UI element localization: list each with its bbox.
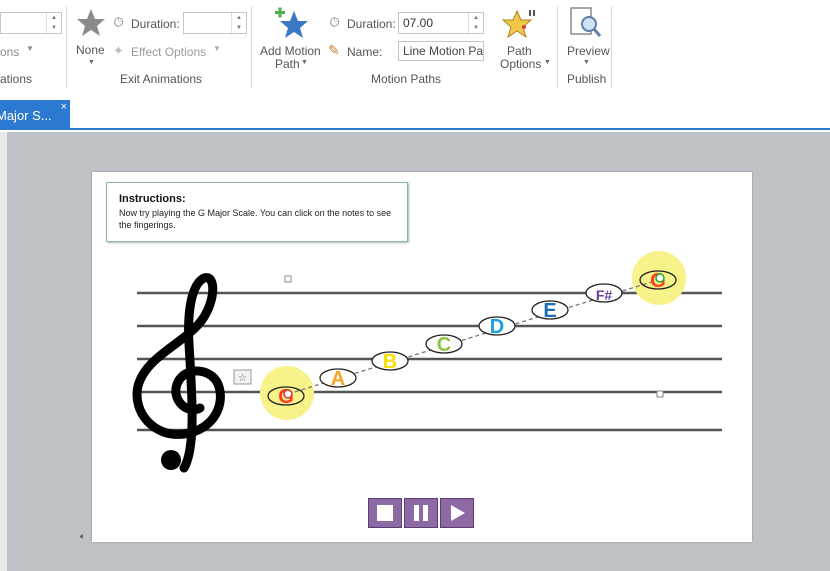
ribbon-separator xyxy=(557,6,558,88)
play-icon xyxy=(451,505,465,521)
motion-duration-input[interactable]: 07.00 ▲ ▼ xyxy=(398,12,484,34)
none-label: None xyxy=(76,43,105,57)
music-staff: ☆ GABCDEF#G xyxy=(132,251,722,473)
preview-label: Preview xyxy=(567,44,610,58)
exit-duration-label: Duration: xyxy=(131,17,180,31)
treble-clef-icon xyxy=(132,273,225,473)
slide-workspace: Instructions: Now try playing the G Majo… xyxy=(0,132,830,571)
document-tab-label: Major S... xyxy=(0,108,52,123)
stop-icon xyxy=(377,505,393,521)
path-options-button[interactable]: Path Options ▼ xyxy=(496,4,554,71)
preview-chevron-icon: ▼ xyxy=(583,59,590,66)
left-group-label: ations xyxy=(0,72,33,86)
note-label: E xyxy=(543,300,556,322)
note-3[interactable]: B xyxy=(371,351,409,373)
note-6[interactable]: E xyxy=(531,300,569,322)
left-options-chevron-icon: ▼ xyxy=(26,44,34,53)
publish-group-label: Publish xyxy=(567,72,607,86)
effect-options-chevron-icon: ▼ xyxy=(213,44,221,53)
effect-options-button[interactable]: Effect Options xyxy=(131,45,206,59)
star-add-icon xyxy=(275,7,308,38)
motion-duration-label: Duration: xyxy=(347,17,396,31)
play-button[interactable] xyxy=(440,498,474,528)
path-options-label: Path xyxy=(507,44,532,58)
ribbon-separator xyxy=(611,6,612,88)
add-motion-path-label: Path xyxy=(275,57,300,71)
note-5[interactable]: D xyxy=(478,316,516,338)
document-tab[interactable]: Major S... × xyxy=(0,100,70,130)
ribbon-separator xyxy=(66,6,67,88)
note-label: C xyxy=(437,334,451,356)
add-motion-label: Add Motion xyxy=(260,44,321,58)
pause-button[interactable] xyxy=(404,498,438,528)
preview-button[interactable]: Preview ▼ xyxy=(564,4,610,70)
exit-animations-group-label: Exit Animations xyxy=(120,72,203,86)
note-label: F# xyxy=(596,287,613,303)
note-4[interactable]: C xyxy=(425,334,463,356)
path-options-label-2: Options xyxy=(500,57,542,71)
motion-name-input[interactable]: Line Motion Pat xyxy=(398,41,484,61)
motion-paths-group-label: Motion Paths xyxy=(371,72,442,86)
pencil-icon: ✎ xyxy=(328,42,340,58)
add-motion-path-button[interactable]: Add Motion Path ▼ xyxy=(258,4,324,71)
none-exit-button[interactable]: None ▼ xyxy=(74,6,108,66)
add-motion-chevron-icon: ▼ xyxy=(301,59,308,66)
note-label: B xyxy=(383,351,397,373)
effect-options-icon: ✦ xyxy=(113,43,124,58)
none-chevron-icon: ▼ xyxy=(88,59,95,66)
speaker-icon: 🔈︎ xyxy=(80,531,86,541)
note-2[interactable]: A xyxy=(319,368,357,390)
left-partial-spin[interactable]: ▲ ▼ xyxy=(0,12,62,34)
star-gray-icon xyxy=(77,9,105,36)
svg-text:☆: ☆ xyxy=(238,373,247,384)
pause-icon xyxy=(414,505,428,521)
ribbon-separator xyxy=(251,6,252,88)
ribbon: ▲ ▼ ons ▼ ations None ▼ 🕒︎ Duration: ▲ ▼ ✦… xyxy=(0,0,830,90)
close-icon[interactable]: × xyxy=(61,101,67,113)
clock-icon: 🕒︎ xyxy=(114,15,124,29)
clock-icon: 🕒︎ xyxy=(330,15,340,29)
star-path-options-icon xyxy=(502,9,535,39)
path-options-chevron-icon: ▼ xyxy=(544,59,551,66)
note-label: A xyxy=(331,368,345,390)
slide-panel-edge xyxy=(0,132,7,571)
exit-duration-input[interactable]: ▲ ▼ xyxy=(183,12,247,34)
motion-name-label: Name: xyxy=(347,45,383,59)
document-tab-bar: Major S... × xyxy=(0,100,830,130)
stop-button[interactable] xyxy=(368,498,402,528)
left-options-label[interactable]: ons xyxy=(0,45,19,59)
preview-magnifier-icon xyxy=(570,7,602,37)
slide-canvas[interactable]: Instructions: Now try playing the G Majo… xyxy=(92,172,752,542)
note-label: D xyxy=(490,316,504,338)
